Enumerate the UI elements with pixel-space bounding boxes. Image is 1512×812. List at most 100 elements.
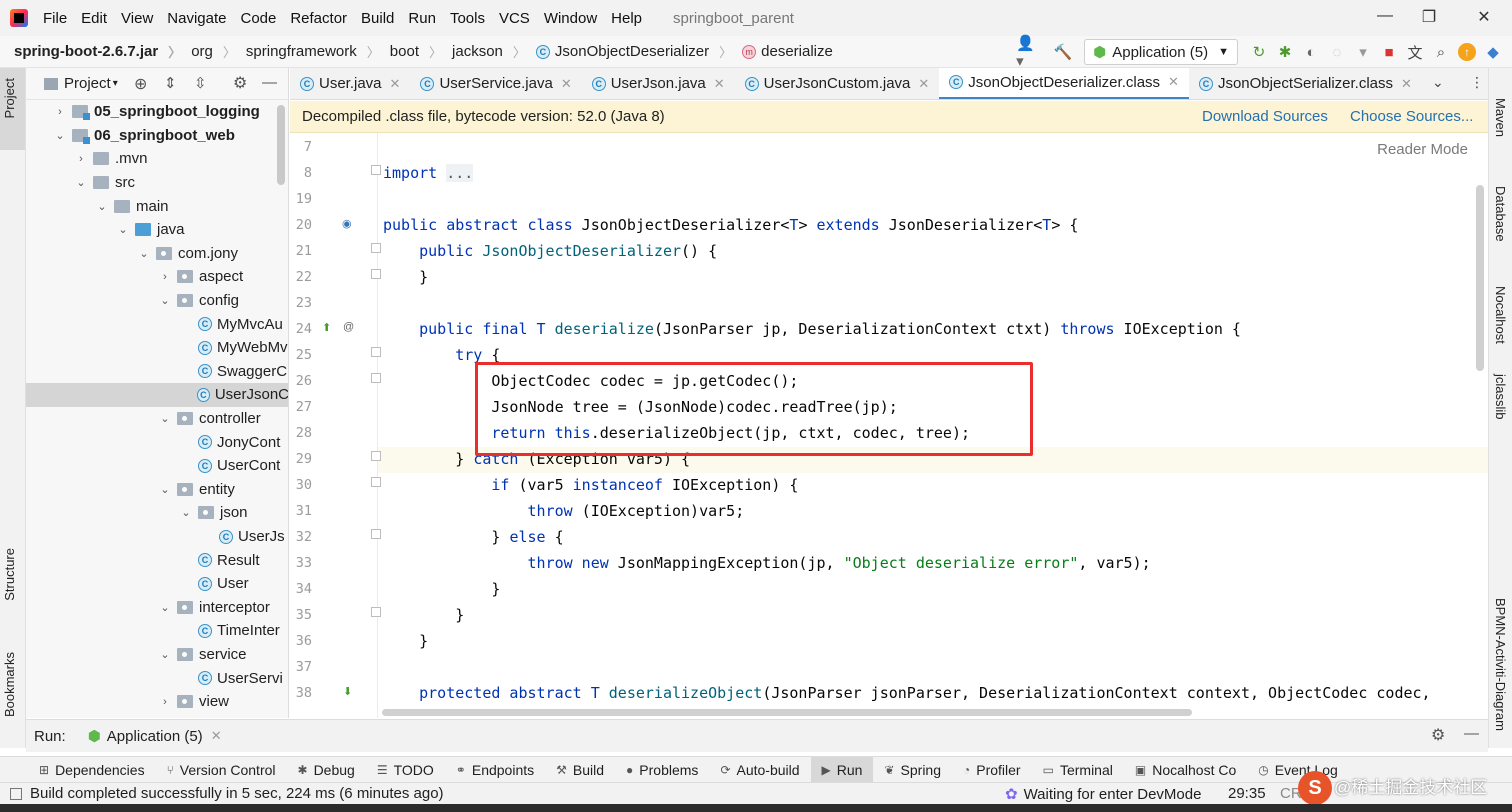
gear-icon[interactable]: ⚙ <box>1431 725 1445 745</box>
close-window-icon[interactable]: ✕ <box>1474 7 1494 27</box>
tool-button[interactable]: ▣ Nocalhost Co <box>1124 757 1247 783</box>
chevron-right-icon[interactable]: › <box>54 106 66 118</box>
tree-item[interactable]: ⌄ java <box>26 218 288 242</box>
breadcrumb-jackson[interactable]: jackson 〉 <box>442 42 526 61</box>
chevron-right-icon[interactable]: › <box>159 696 171 708</box>
tree-item[interactable]: › 05_springboot_logging <box>26 100 288 124</box>
breadcrumb-class[interactable]: C JsonObjectDeserializer 〉 <box>526 42 732 61</box>
collapse-all-icon[interactable]: ⇳ <box>194 74 207 92</box>
search-icon[interactable]: ⌕ <box>1428 39 1454 65</box>
menu-build[interactable]: Build <box>354 10 401 27</box>
tree-item[interactable]: ⌄ controller <box>26 407 288 431</box>
menu-navigate[interactable]: Navigate <box>160 10 233 27</box>
menu-tools[interactable]: Tools <box>443 10 492 27</box>
menu-file[interactable]: File <box>36 10 74 27</box>
run-tab-application[interactable]: ⬢ Application (5) ✕ <box>88 727 222 746</box>
breadcrumb-method[interactable]: m deserialize <box>732 43 833 60</box>
structure-tool-tab[interactable]: Structure <box>2 548 17 601</box>
chevron-down-icon[interactable]: ⌄ <box>159 483 171 496</box>
download-sources-link[interactable]: Download Sources <box>1202 108 1328 125</box>
code-line[interactable]: } <box>383 268 428 286</box>
devmode-status[interactable]: ✿ Waiting for enter DevMode <box>1005 785 1201 804</box>
tree-item[interactable]: C MyWebMv <box>26 336 288 360</box>
close-tab-icon[interactable]: ✕ <box>1168 74 1179 90</box>
tool-button[interactable]: ▭ Terminal <box>1032 757 1124 783</box>
tree-item[interactable]: ⌄ com.jony <box>26 242 288 266</box>
close-icon[interactable]: ✕ <box>211 728 222 744</box>
menu-code[interactable]: Code <box>233 10 283 27</box>
fold-marker-icon[interactable] <box>371 373 381 383</box>
stop-icon[interactable]: ■ <box>1376 39 1402 65</box>
code-line[interactable]: throw (IOException)var5; <box>383 502 745 520</box>
jetbrains-logo-icon[interactable]: ◆ <box>1480 39 1506 65</box>
coverage-icon[interactable]: ◐ <box>1298 39 1324 65</box>
code-line[interactable]: public JsonObjectDeserializer() { <box>383 242 717 260</box>
tree-item[interactable]: ⌄ entity <box>26 478 288 502</box>
chevron-down-icon[interactable]: ⌄ <box>138 247 150 260</box>
tool-button[interactable]: ⑂ Version Control <box>156 757 287 783</box>
tool-button[interactable]: ⊞ Dependencies <box>28 757 156 783</box>
fold-marker-icon[interactable] <box>371 347 381 357</box>
tree-item[interactable]: ⌄ json <box>26 501 288 525</box>
overrides-method-icon[interactable]: ⬆ <box>322 321 331 334</box>
menu-refactor[interactable]: Refactor <box>283 10 354 27</box>
annotation-icon[interactable]: @ <box>343 321 354 333</box>
update-icon[interactable]: ↑ <box>1454 39 1480 65</box>
hide-panel-icon[interactable]: — <box>1464 725 1479 742</box>
editor-tab[interactable]: C UserService.java ✕ <box>410 68 581 99</box>
tree-item[interactable]: ⌄ main <box>26 194 288 218</box>
project-tool-tab[interactable]: Project <box>2 78 17 118</box>
menu-help[interactable]: Help <box>604 10 649 27</box>
locate-icon[interactable]: ⊕ <box>134 74 147 94</box>
menu-vcs[interactable]: VCS <box>492 10 537 27</box>
tree-item[interactable]: ⌄ config <box>26 289 288 313</box>
tree-item[interactable]: ⌄ service <box>26 643 288 667</box>
status-message[interactable]: Build completed successfully in 5 sec, 2… <box>30 785 444 802</box>
fold-marker-icon[interactable] <box>371 607 381 617</box>
tree-item[interactable]: ⌄ interceptor <box>26 596 288 620</box>
chevron-down-icon[interactable]: ⌄ <box>159 412 171 425</box>
tree-item[interactable]: › view <box>26 690 288 714</box>
editor-tab[interactable]: C UserJson.java ✕ <box>582 68 735 99</box>
tree-item[interactable]: C SwaggerC <box>26 360 288 384</box>
tool-button[interactable]: ⚭ Endpoints <box>445 757 545 783</box>
menu-run[interactable]: Run <box>401 10 443 27</box>
code-line[interactable]: throw new JsonMappingException(jp, "Obje… <box>383 554 1151 572</box>
tree-item[interactable]: C UserServi <box>26 666 288 690</box>
fold-marker-icon[interactable] <box>371 477 381 487</box>
tree-item[interactable]: C UserCont <box>26 454 288 478</box>
build-hammer-icon[interactable]: 🔨 <box>1050 39 1076 65</box>
profile-icon[interactable]: ◌ <box>1324 39 1350 65</box>
close-tab-icon[interactable]: ✕ <box>390 76 401 92</box>
editor-tab[interactable]: C JsonObjectSerializer.class ✕ <box>1189 68 1422 99</box>
close-tab-icon[interactable]: ✕ <box>714 76 725 92</box>
more-tabs-icon[interactable]: ⋮ <box>1470 74 1484 91</box>
fold-marker-icon[interactable] <box>371 165 381 175</box>
tool-button[interactable]: ▶ Run <box>810 756 874 783</box>
reader-mode-toggle[interactable]: Reader Mode <box>1377 141 1468 158</box>
nocalhost-tool-tab[interactable]: Nocalhost <box>1493 286 1508 344</box>
editor-horizontal-scrollbar[interactable] <box>382 709 1192 716</box>
tree-item[interactable]: C TimeInter <box>26 619 288 643</box>
editor-vertical-scrollbar[interactable] <box>1476 185 1484 371</box>
close-tab-icon[interactable]: ✕ <box>918 76 929 92</box>
project-panel-title[interactable]: Project <box>64 75 111 92</box>
breadcrumb-springframework[interactable]: springframework 〉 <box>236 42 380 61</box>
expand-all-icon[interactable]: ⇕ <box>164 74 177 92</box>
tree-item[interactable]: › .mvn <box>26 147 288 171</box>
chevron-down-icon[interactable]: ⌄ <box>75 176 87 189</box>
tree-item[interactable]: C UserJs <box>26 525 288 549</box>
code-line[interactable]: public abstract class JsonObjectDeserial… <box>383 216 1078 234</box>
tree-item[interactable]: C User <box>26 572 288 596</box>
chevron-down-icon[interactable]: ⌄ <box>159 601 171 614</box>
tool-button[interactable]: ⚒ Build <box>545 757 615 783</box>
menu-edit[interactable]: Edit <box>74 10 114 27</box>
database-tool-tab[interactable]: Database <box>1493 186 1508 242</box>
chevron-down-icon[interactable]: ▾ <box>113 78 118 89</box>
chevron-down-icon[interactable]: ⌄ <box>54 129 66 142</box>
chevron-down-icon[interactable]: ⌄ <box>159 294 171 307</box>
jclasslib-tool-tab[interactable]: jclasslib <box>1493 374 1508 420</box>
chevron-right-icon[interactable]: › <box>159 271 171 283</box>
fold-marker-icon[interactable] <box>371 243 381 253</box>
choose-sources-link[interactable]: Choose Sources... <box>1350 108 1473 125</box>
